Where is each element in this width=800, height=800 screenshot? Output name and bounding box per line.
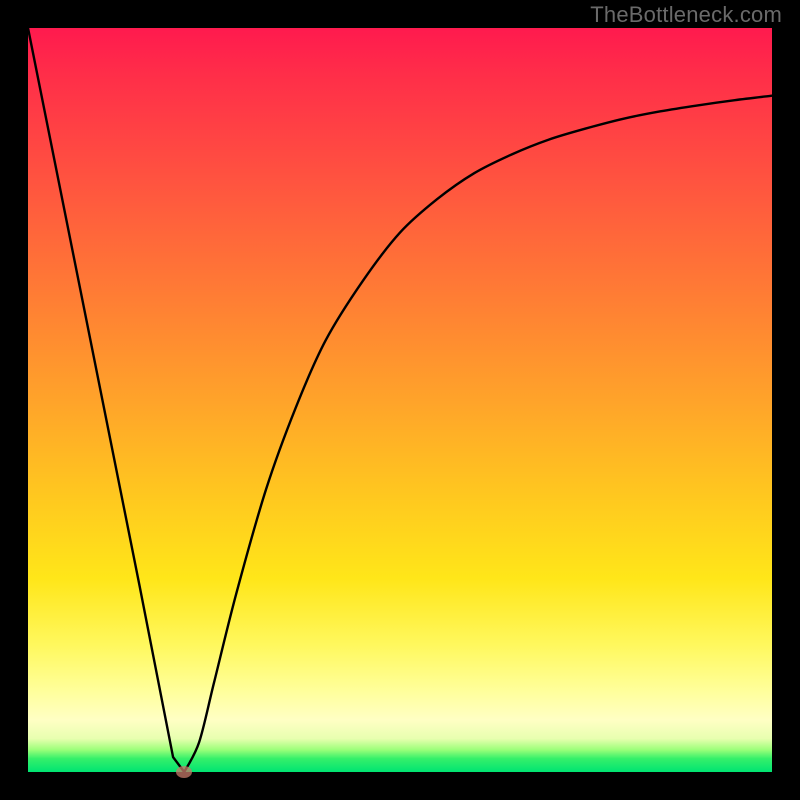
curve-svg xyxy=(28,28,772,772)
minimum-marker xyxy=(176,766,192,778)
watermark-text: TheBottleneck.com xyxy=(590,2,782,28)
chart-frame: TheBottleneck.com xyxy=(0,0,800,800)
plot-area xyxy=(28,28,772,772)
bottleneck-curve xyxy=(28,28,772,772)
